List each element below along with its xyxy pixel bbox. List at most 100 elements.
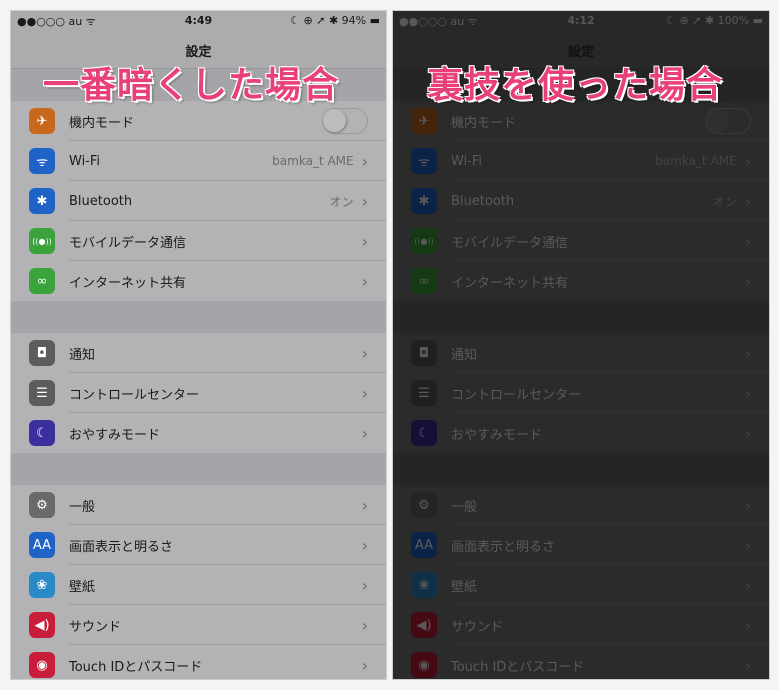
chevron-right-icon: › xyxy=(744,615,751,635)
settings-row[interactable]: ◉ Touch IDとパスコード › xyxy=(11,645,386,679)
wallpaper-icon: ❀ xyxy=(411,572,437,598)
wallpaper-icon: ❀ xyxy=(29,572,55,598)
fingerprint-icon: ◉ xyxy=(29,652,55,678)
control-center-icon: ☰ xyxy=(29,380,55,406)
row-label: 一般 xyxy=(69,499,96,515)
chevron-right-icon: › xyxy=(361,151,368,171)
chevron-right-icon: › xyxy=(744,495,751,515)
row-label: Touch IDとパスコード xyxy=(451,659,585,675)
notification-icon: ◘ xyxy=(411,340,437,366)
row-label: 画面表示と明るさ xyxy=(451,539,556,555)
row-label: サウンド xyxy=(451,619,504,635)
control-center-icon: ☰ xyxy=(411,380,437,406)
row-label: 通知 xyxy=(451,347,478,363)
row-label: サウンド xyxy=(69,619,122,635)
chevron-right-icon: › xyxy=(744,231,751,251)
settings-row[interactable]: ◘ 通知 › xyxy=(393,333,769,373)
settings-row[interactable]: ((●)) モバイルデータ通信 › xyxy=(393,221,769,261)
gear-icon: ⚙ xyxy=(29,492,55,518)
link-icon: ∞ xyxy=(411,268,437,294)
notification-icon: ◘ xyxy=(29,340,55,366)
chevron-right-icon: › xyxy=(744,383,751,403)
settings-row[interactable]: ᯤ Wi-Fi bamka_t AME › xyxy=(393,141,769,181)
bluetooth-icon: ✱ xyxy=(29,188,55,214)
row-label: 一般 xyxy=(451,499,478,515)
link-icon: ∞ xyxy=(29,268,55,294)
row-label: モバイルデータ通信 xyxy=(451,235,569,251)
settings-row[interactable]: ☾ おやすみモード › xyxy=(393,413,769,453)
chevron-right-icon: › xyxy=(744,423,751,443)
gear-icon: ⚙ xyxy=(411,492,437,518)
row-value: オン xyxy=(329,194,354,209)
row-label: 通知 xyxy=(69,347,96,363)
row-label: 画面表示と明るさ xyxy=(69,539,174,555)
row-label: Wi-Fi xyxy=(69,153,101,169)
bluetooth-icon: ✱ xyxy=(411,188,437,214)
settings-row[interactable]: ∞ インターネット共有 › xyxy=(393,261,769,301)
wifi-icon: ᯤ xyxy=(29,148,55,174)
settings-row[interactable]: ☰ コントロールセンター › xyxy=(393,373,769,413)
row-label: コントロールセンター xyxy=(69,387,200,403)
settings-row[interactable]: ✱ Bluetooth オン › xyxy=(11,181,386,221)
row-label: おやすみモード xyxy=(69,427,161,443)
settings-row[interactable]: ◀) サウンド › xyxy=(11,605,386,645)
settings-row[interactable]: ⚙ 一般 › xyxy=(393,485,769,525)
row-value: bamka_t AME xyxy=(272,154,354,168)
overlay-caption: 裏技を使った場合 xyxy=(427,65,724,106)
display-icon: AA xyxy=(411,532,437,558)
chevron-right-icon: › xyxy=(744,575,751,595)
settings-row[interactable]: ❀ 壁紙 › xyxy=(11,565,386,605)
settings-row[interactable]: ᯤ Wi-Fi bamka_t AME › xyxy=(11,141,386,181)
chevron-right-icon: › xyxy=(744,655,751,675)
chevron-right-icon: › xyxy=(744,271,751,291)
chevron-right-icon: › xyxy=(361,495,368,515)
settings-row[interactable]: ◉ Touch IDとパスコード › xyxy=(393,645,769,679)
row-label: 機内モード xyxy=(69,115,135,131)
chevron-right-icon: › xyxy=(361,655,368,675)
toggle-switch[interactable] xyxy=(705,108,751,134)
sound-icon: ◀) xyxy=(29,612,55,638)
status-bar: ●●○○○ au ᯤ 4:49 ☾ ⊕ ➚ ✱ 94% ▬ xyxy=(11,11,386,31)
antenna-icon: ((●)) xyxy=(411,228,437,254)
settings-row[interactable]: ☰ コントロールセンター › xyxy=(11,373,386,413)
row-label: 壁紙 xyxy=(451,579,478,595)
status-icons: ☾ ⊕ ➚ ✱ 100% ▬ xyxy=(666,14,763,27)
status-icons: ☾ ⊕ ➚ ✱ 94% ▬ xyxy=(290,14,380,27)
settings-row[interactable]: AA 画面表示と明るさ › xyxy=(393,525,769,565)
row-value: オン xyxy=(712,194,737,209)
settings-row[interactable]: ((●)) モバイルデータ通信 › xyxy=(11,221,386,261)
chevron-right-icon: › xyxy=(744,151,751,171)
row-label: インターネット共有 xyxy=(451,275,569,291)
settings-row[interactable]: ☾ おやすみモード › xyxy=(11,413,386,453)
moon-icon: ☾ xyxy=(411,420,437,446)
toggle-switch[interactable] xyxy=(322,108,368,134)
row-label: おやすみモード xyxy=(451,427,543,443)
chevron-right-icon: › xyxy=(361,191,368,211)
row-label: コントロールセンター xyxy=(451,387,582,403)
settings-row[interactable]: ❀ 壁紙 › xyxy=(393,565,769,605)
chevron-right-icon: › xyxy=(361,231,368,251)
settings-row[interactable]: ◀) サウンド › xyxy=(393,605,769,645)
panel-trick: ●●○○○ au ᯤ 4:12 ☾ ⊕ ➚ ✱ 100% ▬ 設定 ✈ 機内モー… xyxy=(392,10,770,680)
settings-row[interactable]: ◘ 通知 › xyxy=(11,333,386,373)
settings-row[interactable]: ∞ インターネット共有 › xyxy=(11,261,386,301)
row-label: Touch IDとパスコード xyxy=(69,659,203,675)
settings-row[interactable]: AA 画面表示と明るさ › xyxy=(11,525,386,565)
overlay-caption: 一番暗くした場合 xyxy=(43,65,340,106)
panel-darkest: ●●○○○ au ᯤ 4:49 ☾ ⊕ ➚ ✱ 94% ▬ 設定 ✈ 機内モード… xyxy=(10,10,387,680)
airplane-icon: ✈ xyxy=(29,108,55,134)
chevron-right-icon: › xyxy=(361,615,368,635)
settings-row[interactable]: ⚙ 一般 › xyxy=(11,485,386,525)
antenna-icon: ((●)) xyxy=(29,228,55,254)
row-label: Bluetooth xyxy=(451,193,515,209)
wifi-icon: ᯤ xyxy=(411,148,437,174)
chevron-right-icon: › xyxy=(361,343,368,363)
settings-row[interactable]: ✱ Bluetooth オン › xyxy=(393,181,769,221)
chevron-right-icon: › xyxy=(744,343,751,363)
chevron-right-icon: › xyxy=(361,271,368,291)
chevron-right-icon: › xyxy=(361,535,368,555)
